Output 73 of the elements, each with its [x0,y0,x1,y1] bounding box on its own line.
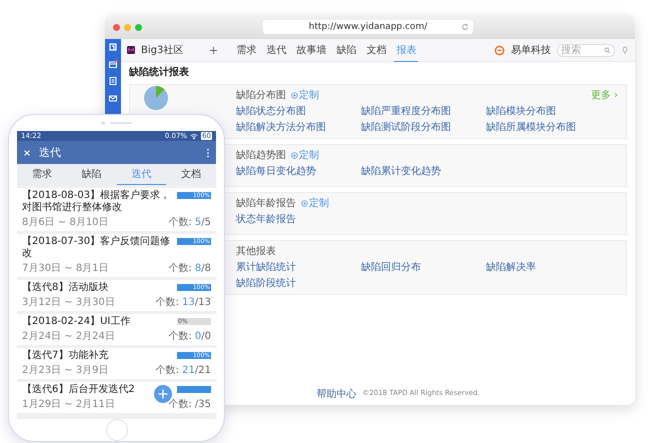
customize-link[interactable]: 定制 [291,148,319,162]
reload-icon[interactable] [461,23,469,31]
close-icon[interactable] [23,148,31,156]
document-icon[interactable] [108,76,118,86]
count-text: 个数: 13/13 [156,296,211,309]
nav-tab[interactable]: 故事墙 [294,39,328,61]
report-link[interactable]: 状态年龄报告 [236,212,361,226]
count-text: 个数: 0/0 [168,330,211,343]
customize-link[interactable]: 定制 [291,88,319,102]
report-link[interactable]: 缺陷严重程度分布图 [361,104,486,118]
count-text: 个数: 8/8 [168,262,211,275]
report-link[interactable]: 缺陷解决方法分布图 [236,120,361,134]
nav-tab[interactable]: 缺陷 [334,39,358,61]
report-link[interactable]: 缺陷每日变化趋势 [236,164,361,178]
card-title: 缺陷趋势图 [236,148,286,162]
report-link[interactable]: 缺陷回归分布 [361,260,486,274]
report-link[interactable]: 缺陷阶段统计 [236,276,361,290]
wifi-icon [190,132,198,140]
project-logo-icon [127,46,135,54]
plus-circle-icon [291,92,298,98]
iteration-title: 【迭代6】后台开发迭代2 [22,384,135,396]
iteration-title: 【2018-07-30】客户反馈问题修改 [22,236,172,260]
report-link[interactable]: 缺陷解决率 [486,260,611,274]
date-range: 2月23日 ~ 3月9日 [22,364,109,377]
close-icon[interactable] [113,24,120,30]
tab[interactable]: 迭代 [116,164,166,185]
plus-circle-icon [291,152,298,158]
report-link[interactable]: 累计缺陷统计 [236,260,361,274]
nav-tab[interactable]: 报表 [394,38,418,62]
card-title: 缺陷分布图 [236,88,286,102]
nav-tab[interactable]: 文档 [364,39,388,61]
report-link[interactable]: 缺陷所属模块分布图 [486,120,611,134]
mail-icon[interactable] [108,93,118,103]
tab[interactable]: 文档 [166,164,216,185]
report-link[interactable]: 缺陷累计变化趋势 [361,164,486,178]
brand-name: 易单科技 [511,44,551,57]
count-text: 个数: /35 [168,398,211,411]
report-link[interactable]: 缺陷测试阶段分布图 [361,120,486,134]
count-text: 个数: 5/5 [168,216,211,229]
customize-link[interactable]: 定制 [301,196,329,210]
tab[interactable]: 缺陷 [66,164,116,185]
date-range: 2月24日 ~ 2月24日 [22,330,115,343]
date-range: 7月30日 ~ 8月1日 [22,262,109,275]
iteration-card[interactable]: 【迭代6】后台开发迭代2 1月29日 ~ 2月11日 个数: /35 [17,382,216,413]
count-text: 个数: 21/21 [156,364,211,377]
logo-icon[interactable] [108,42,118,52]
date-range: 8月6日 ~ 8月10日 [22,216,109,229]
brand-logo-icon [494,44,505,56]
page-title: 缺陷统计报表 [129,66,190,79]
card-title: 缺陷年龄报告 [236,196,296,210]
date-range: 1月29日 ~ 2月11日 [22,398,115,411]
iteration-title: 【迭代7】功能补充 [22,350,108,362]
progress-bar [177,386,211,393]
date-range: 3月12日 ~ 3月30日 [22,296,115,309]
plus-icon[interactable] [209,46,218,54]
inbox-icon[interactable] [108,59,118,69]
report-link[interactable]: 缺陷状态分布图 [236,104,361,118]
more-icon[interactable] [206,148,210,158]
nav-tab[interactable]: 迭代 [264,39,288,61]
iteration-title: 【2018-08-03】根据客户要求，对图书馆进行整体修改 [22,190,172,214]
plus-circle-icon [301,200,308,206]
url-text: http://www.yidanapp.com/ [308,22,428,32]
card-title: 其他报表 [236,244,276,258]
search-icon [604,46,611,54]
nav-tab[interactable]: 需求 [234,39,258,61]
report-link[interactable]: 缺陷模块分布图 [486,104,611,118]
project-name[interactable]: Big3社区 [141,43,184,57]
help-link[interactable]: 帮助中心 [316,387,356,401]
screen-title: 迭代 [39,145,61,160]
address-bar[interactable]: http://www.yidanapp.com/ [263,20,473,34]
iteration-title: 【2018-02-24】UI工作 [22,316,130,328]
iteration-title: 【迭代8】活动版块 [22,282,108,294]
tab[interactable]: 需求 [17,164,67,185]
